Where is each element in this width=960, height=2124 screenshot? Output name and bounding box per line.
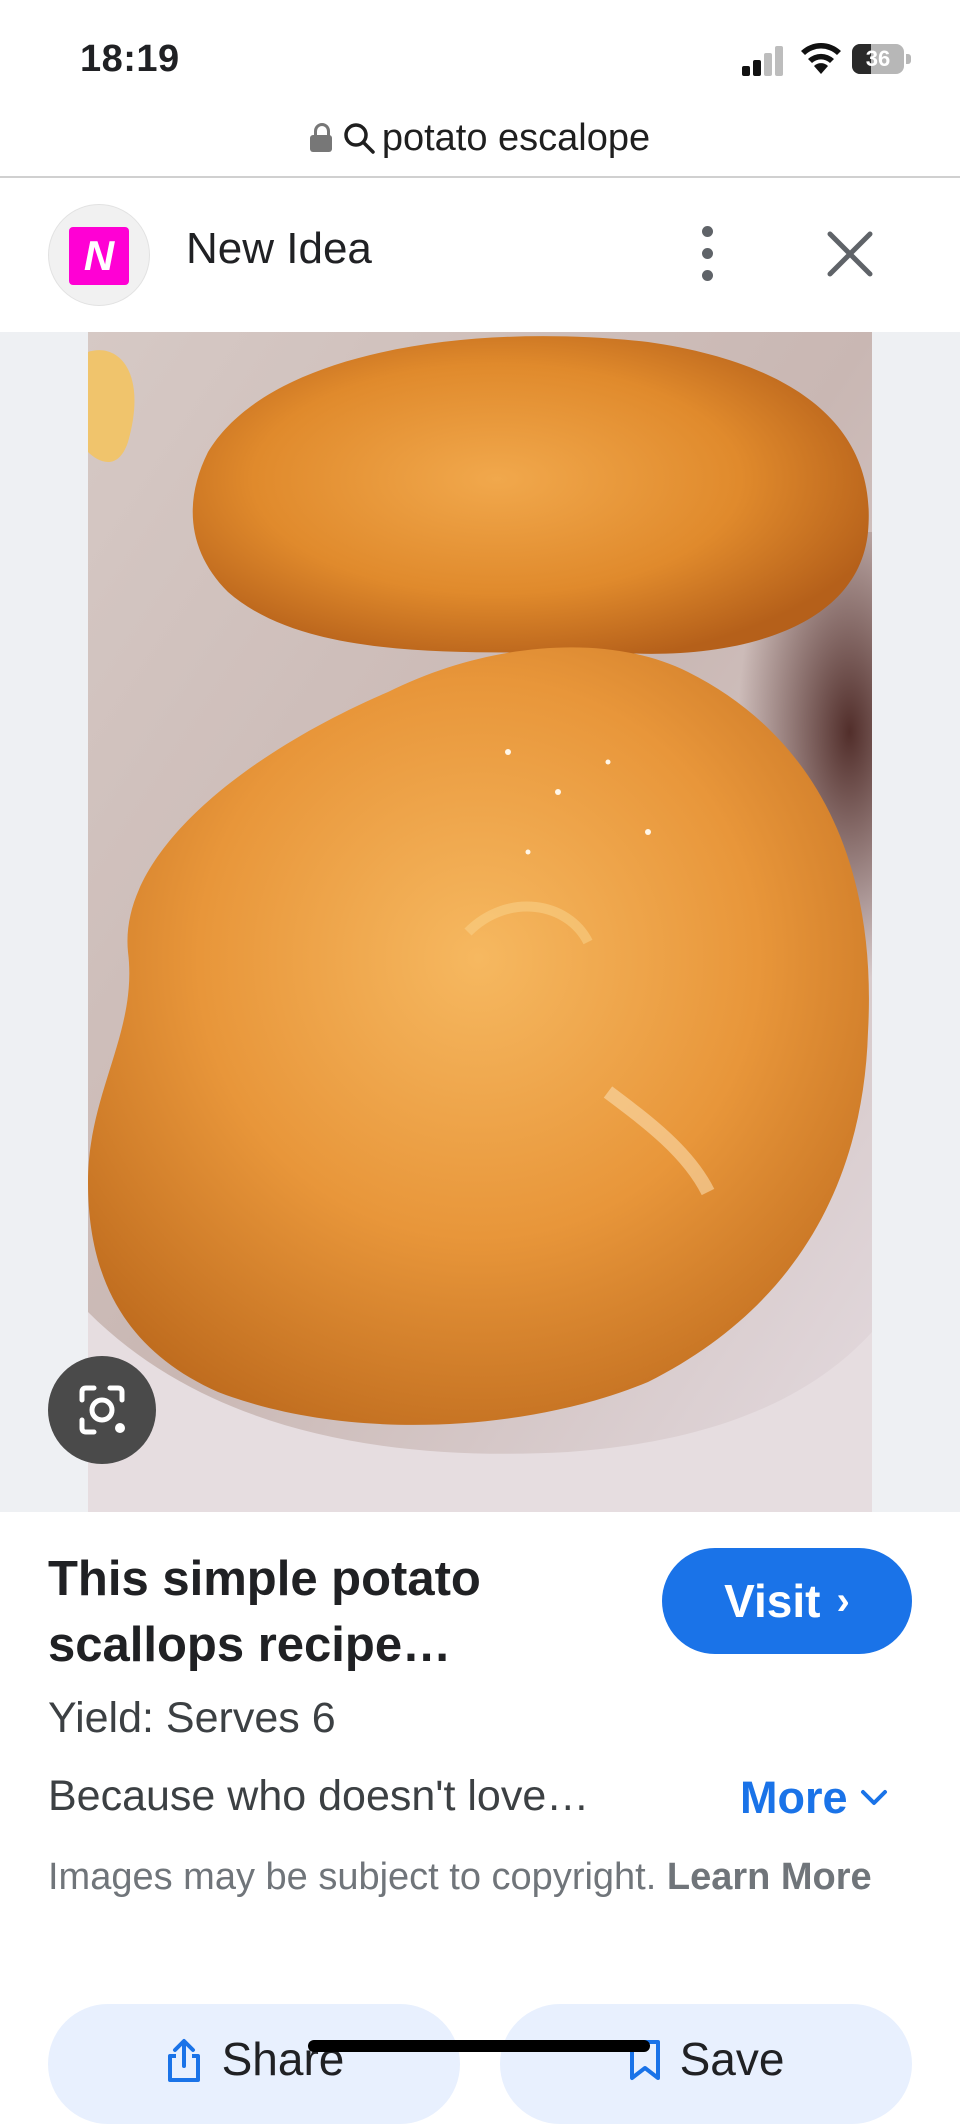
save-label: Save (679, 2033, 785, 2085)
visit-label: Visit (724, 1575, 821, 1627)
recipe-yield: Yield: Serves 6 (48, 1694, 336, 1742)
save-button[interactable]: Save (500, 2004, 912, 2124)
result-title[interactable]: This simple potato scallops recipe… (48, 1546, 648, 1678)
lock-icon (309, 123, 332, 153)
result-description: Because who doesn't love… (48, 1772, 590, 1820)
result-image[interactable] (88, 332, 872, 1512)
status-bar: 18:19 36 (0, 0, 960, 110)
source-logo-letter: N (69, 227, 129, 285)
learn-more-link[interactable]: Learn More (667, 1856, 872, 1898)
source-name[interactable]: New Idea (186, 224, 372, 274)
battery-icon: 36 (852, 44, 912, 74)
battery-percent: 36 (865, 46, 891, 71)
close-icon[interactable] (822, 226, 878, 282)
source-header: N New Idea (0, 178, 960, 332)
google-lens-icon[interactable] (48, 1356, 156, 1464)
more-button[interactable]: More (740, 1772, 888, 1824)
chevron-right-icon: › (836, 1578, 850, 1623)
wifi-icon (801, 43, 841, 74)
chevron-down-icon (860, 1790, 887, 1805)
search-icon (344, 123, 375, 154)
share-button[interactable]: Share (48, 2004, 460, 2124)
status-time: 18:19 (80, 38, 180, 80)
cellular-signal-icon (742, 44, 786, 76)
copyright-text: Images may be subject to copyright. (48, 1856, 657, 1898)
image-preview-area (0, 332, 960, 1512)
more-vert-icon[interactable] (688, 222, 728, 286)
url-bar[interactable]: potato escalope (0, 100, 960, 178)
url-query-text[interactable]: potato escalope (382, 117, 650, 160)
copyright-notice: Images may be subject to copyright. Lear… (48, 1850, 908, 1904)
share-icon (167, 2039, 200, 2082)
visit-button[interactable]: Visit › (662, 1548, 912, 1654)
source-logo[interactable]: N (48, 204, 150, 306)
more-label: More (740, 1772, 848, 1823)
home-indicator (308, 2040, 650, 2052)
